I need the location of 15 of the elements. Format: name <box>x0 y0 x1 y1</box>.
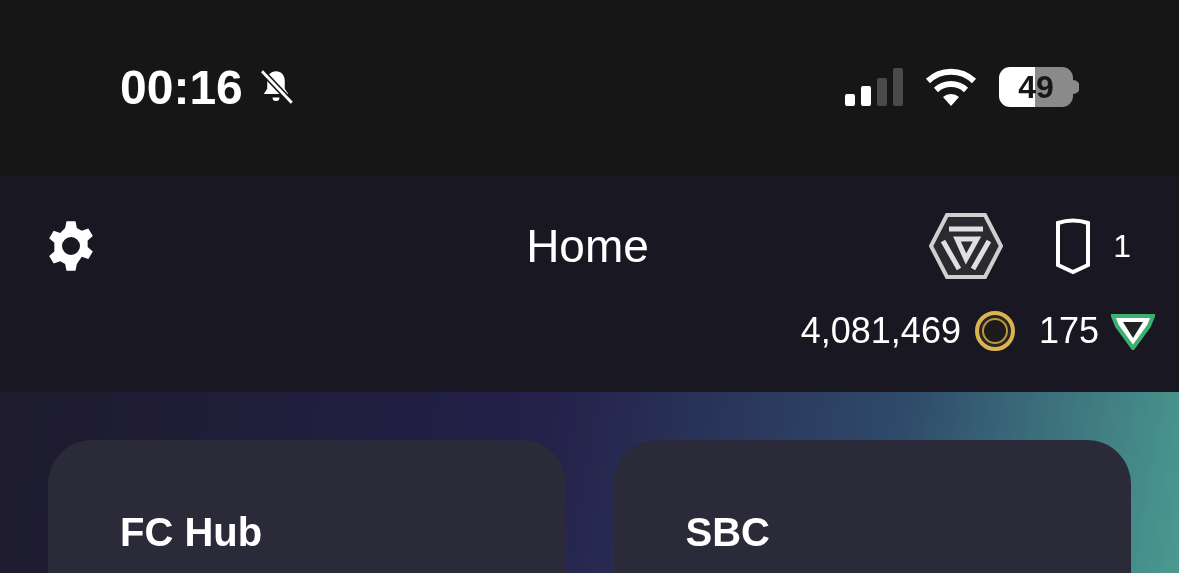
page-title: Home <box>526 219 649 273</box>
points-balance: 175 <box>1038 310 1099 352</box>
coin-icon <box>974 311 1015 351</box>
signal-icon <box>845 68 905 106</box>
menu-tile[interactable]: FC Hub <box>48 440 566 573</box>
battery-tip-icon <box>1073 80 1079 94</box>
status-time: 00:16 <box>120 59 243 115</box>
wifi-icon <box>925 68 977 106</box>
pack-count: 1 <box>1113 227 1131 265</box>
menu-tile[interactable]: SBC <box>613 440 1131 573</box>
coin-balance: 4,081,469 <box>800 310 961 352</box>
tile-title: FC Hub <box>120 510 263 554</box>
tile-title: SBC <box>685 510 770 554</box>
shield-points-icon <box>1111 312 1155 350</box>
hexagon-emblem-icon[interactable] <box>929 213 1004 279</box>
